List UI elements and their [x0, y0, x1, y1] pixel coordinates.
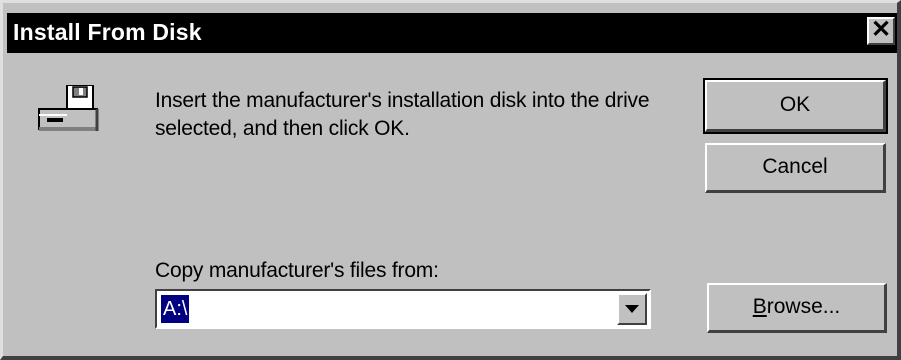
copy-from-input[interactable]: A:\	[161, 295, 190, 323]
close-button[interactable]: ✕	[867, 17, 895, 45]
install-from-disk-dialog: Install From Disk ✕ Insert the manufactu…	[0, 0, 901, 360]
browse-button[interactable]: Browse...	[707, 283, 887, 333]
copy-from-label: Copy manufacturer's files from:	[155, 259, 439, 282]
floppy-drive-icon	[38, 85, 99, 131]
window-title: Install From Disk	[13, 19, 202, 45]
chevron-down-icon	[625, 305, 639, 313]
ok-button[interactable]: OK	[703, 78, 888, 134]
copy-from-combobox[interactable]: A:\	[155, 289, 651, 329]
browse-mnemonic: B	[752, 295, 767, 318]
dropdown-button[interactable]	[617, 293, 647, 325]
title-bar: Install From Disk ✕	[7, 13, 897, 53]
browse-label-rest: rowse...	[766, 295, 841, 318]
close-icon: ✕	[870, 16, 892, 43]
cancel-button[interactable]: Cancel	[705, 143, 886, 193]
instruction-message: Insert the manufacturer's installation d…	[155, 89, 650, 140]
